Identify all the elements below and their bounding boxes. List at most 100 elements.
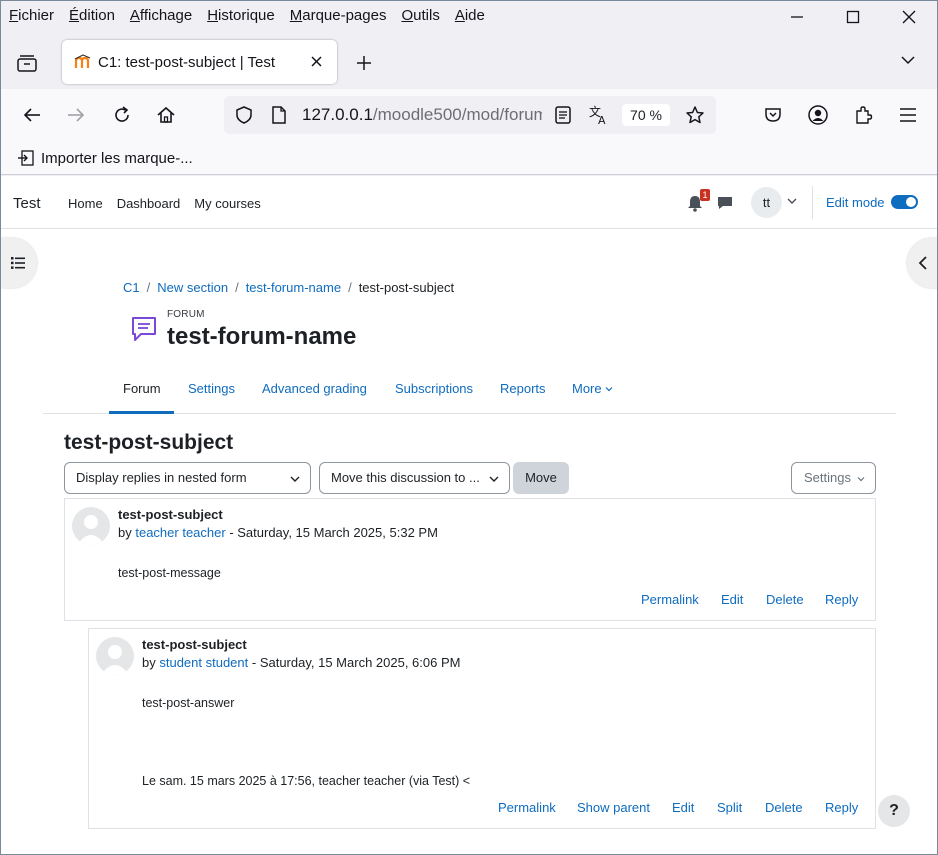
close-icon (310, 56, 322, 67)
discussion-title: test-post-subject (64, 431, 234, 454)
display-mode-select[interactable]: Display replies in nested form (64, 462, 311, 494)
menu-label: arque-pages (302, 6, 387, 24)
menu-affichage[interactable]: Affichage (130, 7, 192, 24)
byline-prefix: by (118, 525, 132, 540)
menu-aide[interactable]: Aide (455, 7, 485, 24)
delete-link[interactable]: Delete (765, 800, 803, 815)
chevron-down-icon[interactable] (787, 196, 797, 206)
breadcrumb-item-current: test-post-subject (358, 280, 455, 295)
site-brand[interactable]: Test (13, 195, 41, 212)
permalink-link[interactable]: Permalink (498, 800, 556, 815)
tab-settings[interactable]: Settings (188, 381, 235, 396)
home-button[interactable] (152, 101, 180, 129)
menu-accel: A (454, 6, 465, 24)
help-button[interactable]: ? (878, 795, 910, 827)
page-content: Test Home Dashboard My courses 1 tt Edit… (1, 176, 937, 854)
show-parent-link[interactable]: Show parent (577, 800, 650, 815)
post-author-link[interactable]: student student (159, 655, 248, 670)
nav-my-courses[interactable]: My courses (194, 196, 260, 211)
url-bar[interactable]: 127.0.0.1/moodle500/mod/forum 文A 70 % (224, 96, 716, 134)
avatar[interactable] (72, 507, 110, 545)
edit-link[interactable]: Edit (672, 800, 694, 815)
minimize-icon (791, 16, 803, 18)
tab-subscriptions[interactable]: Subscriptions (395, 381, 473, 396)
import-bookmarks-label: Importer les marque-... (41, 149, 193, 167)
list-icon (11, 257, 25, 269)
display-mode-value: Display replies in nested form (76, 470, 247, 485)
tab-close-button[interactable] (305, 52, 327, 72)
browser-window: Fichier Édition Affichage Historique Mar… (0, 0, 938, 855)
breadcrumb-item-section[interactable]: New section (157, 280, 228, 295)
zoom-level-button[interactable]: 70 % (622, 104, 670, 126)
list-all-tabs-button[interactable] (899, 51, 923, 75)
permalink-link[interactable]: Permalink (641, 592, 699, 607)
close-window-button[interactable] (881, 1, 937, 33)
menu-fichier[interactable]: Fichier (9, 7, 54, 24)
app-menu-button[interactable] (894, 101, 922, 129)
url-text: 127.0.0.1/moodle500/mod/forum (302, 105, 542, 125)
post-author-link[interactable]: teacher teacher (135, 525, 225, 540)
account-icon (808, 105, 828, 125)
bookmarks-toolbar: Importer les marque-... (1, 141, 937, 175)
menu-accel: F (9, 6, 19, 24)
tab-forum[interactable]: Forum (123, 381, 161, 396)
minimize-button[interactable] (769, 1, 825, 33)
forum-post-reply: test-post-subject by student student - S… (88, 628, 876, 829)
primary-navigation: Home Dashboard My courses (68, 196, 275, 211)
pocket-button[interactable] (759, 101, 787, 129)
back-button[interactable] (18, 101, 46, 129)
reload-icon (115, 106, 129, 122)
nav-home[interactable]: Home (68, 196, 103, 211)
nav-dashboard[interactable]: Dashboard (117, 196, 181, 211)
forward-button[interactable] (62, 101, 90, 129)
block-drawer-button[interactable] (907, 238, 937, 288)
home-icon (157, 106, 175, 123)
breadcrumb-item-forum[interactable]: test-forum-name (246, 280, 341, 295)
breadcrumb-item-course[interactable]: C1 (123, 280, 140, 295)
avatar[interactable] (96, 637, 134, 675)
discussion-settings-button[interactable]: Settings (791, 462, 876, 494)
edit-link[interactable]: Edit (721, 592, 743, 607)
firefox-view-button[interactable] (11, 49, 43, 77)
menu-historique[interactable]: Historique (207, 7, 275, 24)
extensions-button[interactable] (849, 101, 877, 129)
move-button[interactable]: Move (513, 462, 569, 494)
menu-outils[interactable]: Outils (401, 7, 439, 24)
tab-more[interactable]: More (572, 381, 613, 396)
tab-title: C1: test-post-subject | Test (98, 53, 276, 71)
menu-accel: A (129, 6, 140, 24)
split-link[interactable]: Split (717, 800, 742, 815)
translate-icon: 文A (589, 104, 606, 126)
user-placeholder-icon (101, 645, 129, 675)
course-index-drawer-button[interactable] (1, 238, 37, 288)
account-button[interactable] (804, 101, 832, 129)
messages-icon[interactable] (717, 195, 733, 211)
chevron-down-icon (489, 476, 499, 482)
move-discussion-select[interactable]: Move this discussion to ... (319, 462, 510, 494)
delete-link[interactable]: Delete (766, 592, 804, 607)
moodle-navbar: Test Home Dashboard My courses 1 tt Edit… (1, 176, 937, 229)
tab-reports[interactable]: Reports (500, 381, 546, 396)
reload-button[interactable] (108, 101, 136, 129)
maximize-button[interactable] (825, 1, 881, 33)
reply-link[interactable]: Reply (825, 592, 858, 607)
page-title: test-forum-name (167, 323, 357, 350)
user-avatar[interactable]: tt (751, 187, 782, 218)
forum-post: test-post-subject by teacher teacher - S… (64, 498, 876, 621)
menu-marque-pages[interactable]: Marque-pages (290, 7, 387, 24)
post-date: - Saturday, 15 March 2025, 6:06 PM (248, 655, 461, 670)
tab-advanced-grading[interactable]: Advanced grading (262, 381, 367, 396)
menu-accel: H (207, 6, 219, 24)
menu-edition[interactable]: Édition (69, 7, 115, 24)
close-icon (902, 10, 916, 24)
reply-link[interactable]: Reply (825, 800, 858, 815)
tab-bar: C1: test-post-subject | Test (1, 31, 937, 89)
edit-mode-label[interactable]: Edit mode (826, 195, 885, 210)
bookmark-star-icon[interactable] (685, 105, 705, 125)
edit-mode-toggle[interactable] (891, 195, 918, 209)
new-tab-button[interactable] (351, 51, 377, 77)
tab-active[interactable]: C1: test-post-subject | Test (62, 40, 337, 84)
import-bookmarks-item[interactable]: Importer les marque-... (17, 149, 193, 167)
url-host: 127.0.0.1 (302, 105, 373, 124)
pocket-icon (765, 108, 781, 122)
